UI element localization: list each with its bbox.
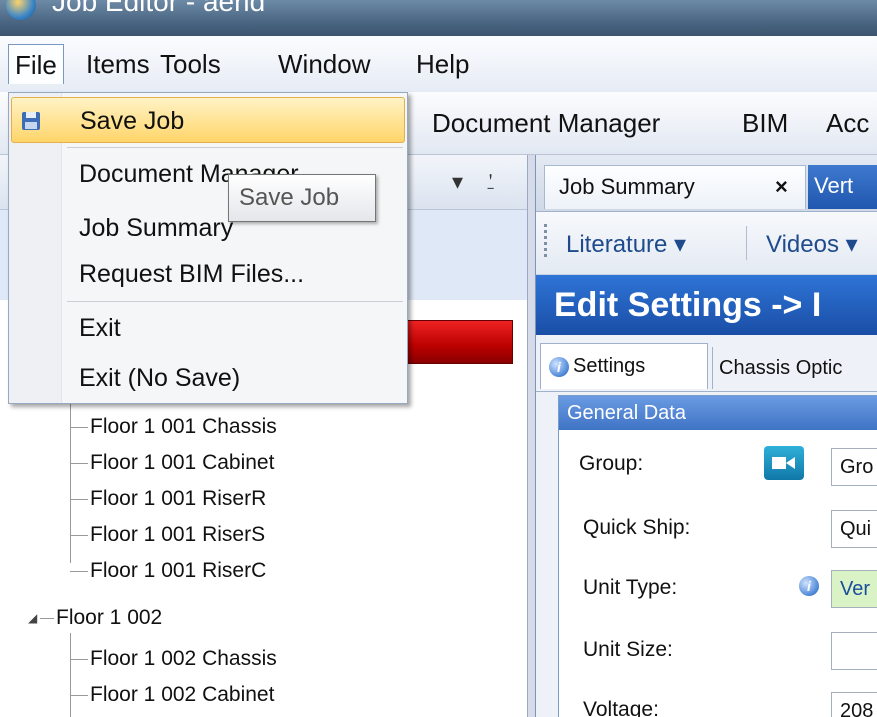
tree-line bbox=[70, 571, 88, 572]
edit-settings-panel: Job Summary × Vert Literature ▾ Videos ▾… bbox=[535, 155, 877, 717]
literature-dropdown[interactable]: Literature ▾ bbox=[566, 230, 686, 259]
save-job-tooltip: Save Job bbox=[228, 174, 376, 222]
videos-dropdown[interactable]: Videos ▾ bbox=[766, 230, 858, 259]
video-camera-icon[interactable] bbox=[764, 446, 804, 480]
toolbar-grip[interactable] bbox=[544, 224, 547, 260]
tree-line bbox=[70, 659, 88, 660]
tree-item[interactable]: Floor 1 001 RiserC bbox=[90, 553, 266, 589]
menu-request-bim-files[interactable]: Request BIM Files... bbox=[11, 251, 405, 297]
voltage-field[interactable]: 208 bbox=[831, 692, 877, 717]
general-data-header: General Data bbox=[559, 396, 877, 430]
voltage-label: Voltage: bbox=[583, 698, 659, 717]
tree-line bbox=[70, 499, 88, 500]
tree-line bbox=[70, 695, 88, 696]
file-menu-dropdown: Save Job Document Manager Job Summary Re… bbox=[8, 92, 408, 404]
tree-collapse-icon[interactable]: ◢ bbox=[28, 611, 37, 625]
tree-line bbox=[40, 618, 54, 619]
pin-icon[interactable]: ⍘ bbox=[484, 169, 497, 195]
menu-save-job-label: Save Job bbox=[80, 107, 185, 135]
document-tabs: Job Summary × Vert bbox=[536, 155, 877, 212]
status-red-bar bbox=[405, 320, 513, 364]
page-title: Edit Settings -> I bbox=[536, 275, 877, 335]
unit-type-info-icon[interactable]: i bbox=[799, 576, 819, 596]
menu-separator bbox=[67, 301, 403, 302]
general-data-group: General Data Group: Gro Quick Ship: Qui … bbox=[558, 395, 877, 717]
tab-settings[interactable]: i Settings bbox=[540, 343, 708, 389]
tree-item[interactable]: Floor 1 001 RiserS bbox=[90, 517, 265, 553]
menu-request-bim-files-label: Request BIM Files... bbox=[79, 260, 305, 288]
menu-items[interactable]: Items bbox=[80, 44, 156, 84]
unit-type-field[interactable]: Ver bbox=[831, 570, 877, 608]
menu-exit-no-save-label: Exit (No Save) bbox=[79, 364, 241, 392]
quick-ship-label: Quick Ship: bbox=[583, 516, 691, 539]
unit-size-field[interactable] bbox=[831, 632, 877, 670]
menu-file[interactable]: File bbox=[8, 44, 64, 84]
menu-tools[interactable]: Tools bbox=[154, 44, 227, 84]
menu-window[interactable]: Window bbox=[272, 44, 376, 84]
panel-dropdown-icon[interactable]: ▾ bbox=[452, 169, 463, 195]
info-icon: i bbox=[549, 356, 569, 377]
menu-save-job[interactable]: Save Job bbox=[11, 97, 405, 143]
toolbar-accessories-button[interactable]: Acc bbox=[826, 108, 869, 139]
tree-item[interactable]: Floor 1 001 RiserR bbox=[90, 481, 266, 517]
group-label: Group: bbox=[579, 452, 644, 475]
menu-bar: File Items Tools Window Help bbox=[0, 36, 877, 93]
tab-chassis-options[interactable]: Chassis Optic bbox=[712, 347, 877, 389]
window-title: Job Editor - aerid bbox=[52, 0, 266, 17]
toolbar-bim-button[interactable]: BIM bbox=[742, 108, 788, 139]
window-titlebar: Job Editor - aerid bbox=[0, 0, 877, 36]
save-disk-icon bbox=[22, 112, 40, 130]
tab-job-summary[interactable]: Job Summary × bbox=[544, 165, 806, 209]
panel-toolbar: Literature ▾ Videos ▾ bbox=[536, 212, 877, 275]
menu-job-summary-label: Job Summary bbox=[79, 214, 234, 242]
tree-line bbox=[70, 463, 88, 464]
unit-type-label: Unit Type: bbox=[583, 576, 678, 599]
toolbar-document-manager-button[interactable]: Document Manager bbox=[432, 108, 660, 139]
unit-size-label: Unit Size: bbox=[583, 638, 673, 661]
menu-help[interactable]: Help bbox=[410, 44, 475, 84]
toolbar-separator bbox=[746, 226, 747, 260]
tree-line bbox=[70, 383, 71, 563]
group-field[interactable]: Gro bbox=[831, 448, 877, 486]
tree-line bbox=[70, 535, 88, 536]
tree-line bbox=[70, 427, 88, 428]
tab-settings-label: Settings bbox=[573, 355, 646, 377]
menu-separator bbox=[67, 147, 403, 148]
tree-line bbox=[70, 633, 71, 717]
tree-item[interactable]: Floor 1 002 Cabinet bbox=[90, 677, 274, 713]
close-tab-icon[interactable]: × bbox=[775, 166, 788, 208]
tab-vert[interactable]: Vert bbox=[808, 165, 877, 209]
settings-subtabs: i Settings Chassis Optic bbox=[536, 335, 877, 392]
tree-item[interactable]: Floor 1 002 bbox=[56, 600, 162, 636]
tree-item[interactable]: Floor 1 002 Chassis bbox=[90, 641, 277, 677]
tree-item[interactable]: Floor 1 001 Cabinet bbox=[90, 445, 274, 481]
menu-exit[interactable]: Exit bbox=[11, 305, 405, 351]
tab-job-summary-label: Job Summary bbox=[559, 174, 695, 199]
quick-ship-field[interactable]: Qui bbox=[831, 510, 877, 548]
menu-exit-label: Exit bbox=[79, 314, 121, 342]
app-globe-icon bbox=[6, 0, 36, 20]
menu-exit-no-save[interactable]: Exit (No Save) bbox=[11, 355, 405, 401]
tree-item[interactable]: Floor 1 001 Chassis bbox=[90, 409, 277, 445]
